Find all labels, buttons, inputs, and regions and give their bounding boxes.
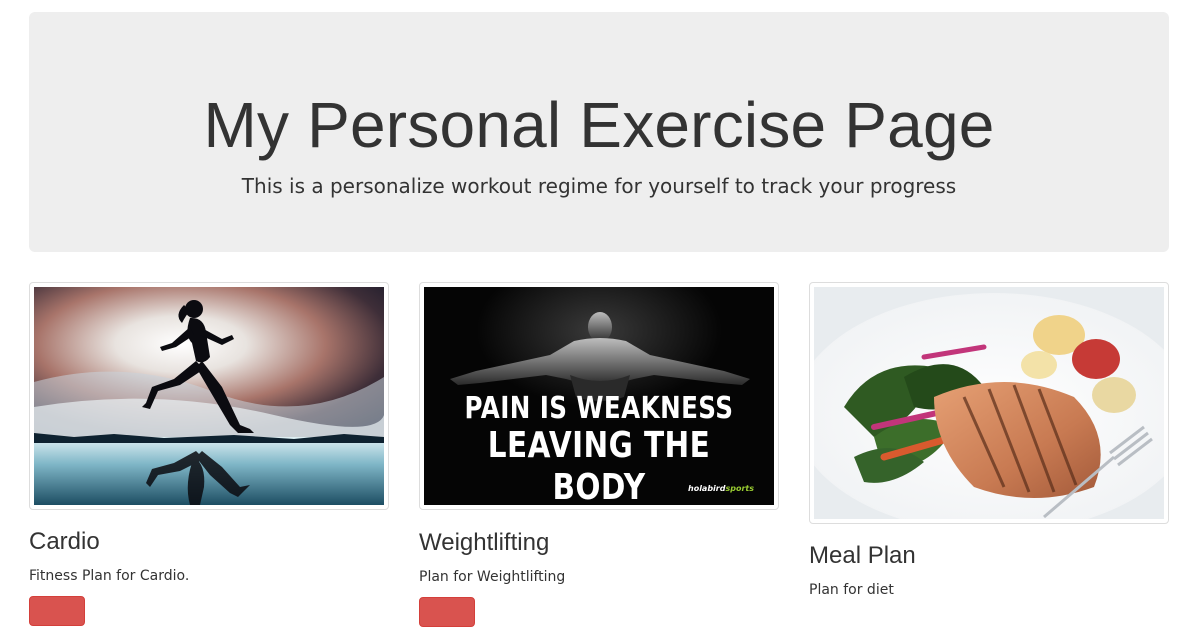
card-title: Cardio [29,528,100,555]
card-weightlifting: PAIN IS WEAKNESS LEAVING THE BODY holabi… [419,282,779,627]
page-subtitle: This is a personalize workout regime for… [241,174,957,198]
running-woman-silhouette-image [34,287,384,505]
motivational-poster-image: PAIN IS WEAKNESS LEAVING THE BODY holabi… [424,287,774,505]
poster-brand-b: sports [725,484,754,493]
poster-line-1: PAIN IS WEAKNESS [464,391,734,426]
page-title: My Personal Exercise Page [203,89,995,161]
poster-line-2: LEAVING THE BODY [487,425,711,505]
salmon-meal-plate-image [814,287,1164,519]
thumbnail[interactable] [29,282,389,510]
card-title: Weightlifting [419,529,550,556]
card-title: Meal Plan [809,542,916,569]
thumbnail[interactable]: PAIN IS WEAKNESS LEAVING THE BODY holabi… [419,282,779,510]
card-description: Fitness Plan for Cardio. [29,568,190,584]
card-description: Plan for diet [809,582,894,598]
card-cardio: Cardio Fitness Plan for Cardio. [29,282,389,626]
card-meal-plan: Meal Plan Plan for diet [809,282,1169,598]
card-action-button[interactable] [419,597,475,627]
poster-brand-a: holabird [688,484,726,493]
card-description: Plan for Weightlifting [419,569,566,585]
jumbotron: My Personal Exercise Page This is a pers… [29,12,1169,252]
thumbnail[interactable] [809,282,1169,524]
card-action-button[interactable] [29,596,85,626]
poster-brand-logo: holabirdsports [688,484,754,493]
